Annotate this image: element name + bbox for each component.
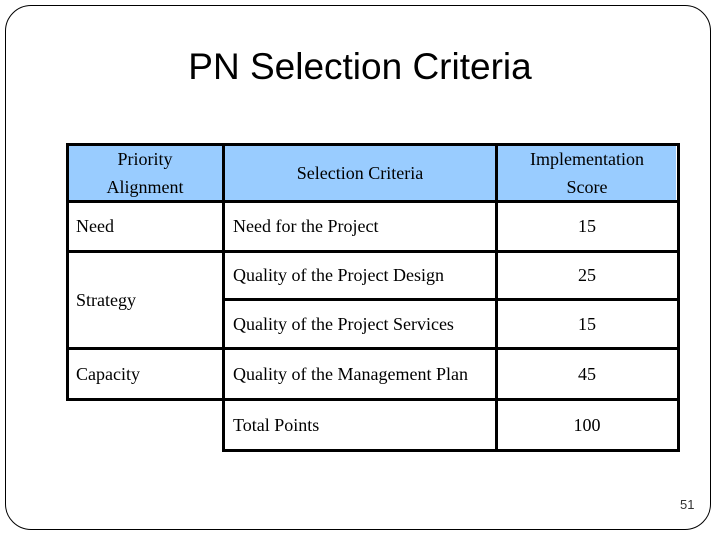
score-value: 15 [578,216,596,236]
priority-cell-capacity: Capacity [68,350,222,398]
priority-label: Need [76,216,114,236]
score-value: 45 [578,363,596,384]
table-divider [66,250,680,253]
criteria-label: Quality of the Management Plan [233,363,468,384]
criteria-cell: Quality of the Project Design [225,253,495,298]
header-score-label: Implementation Score [530,149,644,197]
criteria-label: Quality of the Project Design [233,265,444,285]
header-criteria-label: Selection Criteria [296,163,424,183]
slide-title: PN Selection Criteria [188,46,532,87]
table-col-divider [222,143,225,452]
table-border-left [66,143,69,401]
priority-cell-need: Need [68,203,222,250]
criteria-cell-total: Total Points [225,401,495,450]
criteria-label: Quality of the Project Services [233,313,454,334]
table-divider [222,298,680,301]
page-number: 51 [680,497,695,512]
score-cell: 25 [498,253,676,298]
priority-label: Strategy [76,289,136,310]
table-col-divider [495,143,498,452]
score-cell: 15 [498,301,676,347]
criteria-label: Total Points [233,415,320,435]
score-cell: 45 [498,350,676,398]
table-border-header [66,200,680,203]
score-cell: 15 [498,203,676,250]
header-selection-criteria: Selection Criteria [225,146,495,200]
priority-cell-strategy: Strategy [68,253,222,347]
table-border-top [66,143,680,146]
header-priority-alignment: Priority Alignment [68,146,222,200]
header-priority-label: Priority Alignment [106,149,184,197]
score-value: 15 [578,313,596,334]
criteria-label: Need for the Project [233,216,379,236]
table-divider [66,347,680,350]
priority-label: Capacity [76,363,140,384]
criteria-cell: Quality of the Management Plan [225,350,495,398]
table-border-bottom [222,449,680,452]
score-value: 25 [578,265,596,285]
criteria-cell: Need for the Project [225,203,495,250]
table-border-right [677,143,680,452]
table-divider [66,398,680,401]
score-value: 100 [573,415,601,435]
criteria-cell: Quality of the Project Services [225,301,495,347]
header-implementation-score: Implementation Score [498,146,676,200]
score-cell-total: 100 [498,401,676,450]
